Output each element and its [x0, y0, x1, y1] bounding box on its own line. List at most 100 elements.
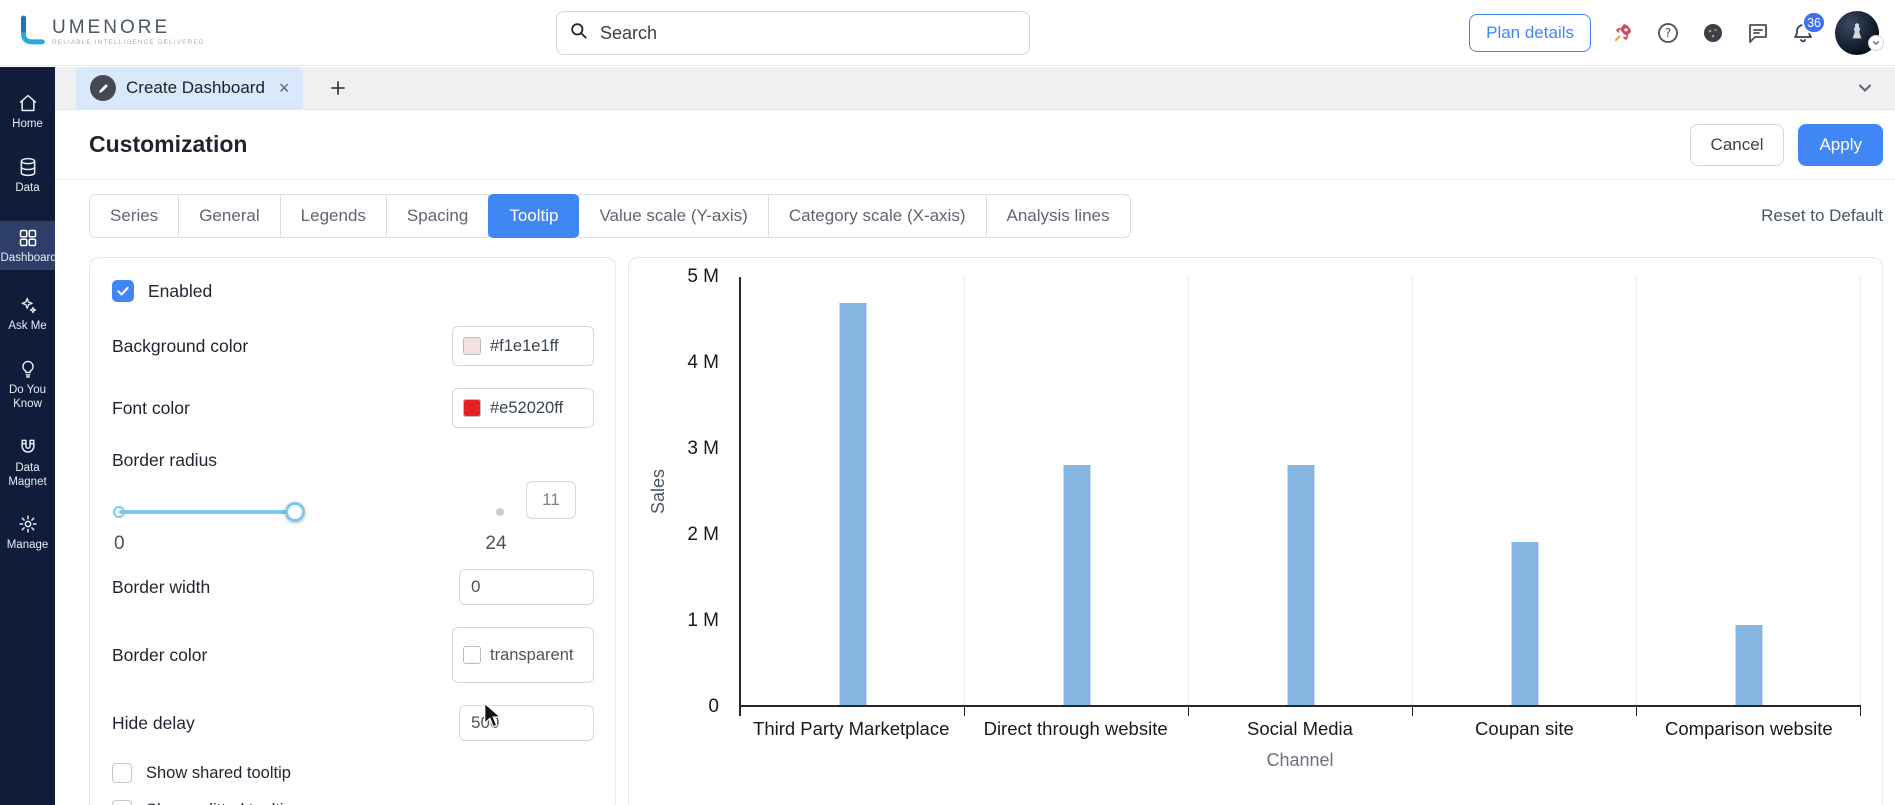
feedback-icon[interactable]: [1745, 20, 1771, 46]
chart-column: [741, 277, 965, 716]
border-color-picker[interactable]: transparent: [452, 627, 594, 683]
show-splitted-tooltip-checkbox[interactable]: [112, 800, 132, 805]
background-color-value: #f1e1e1ff: [490, 336, 559, 355]
chart-x-labels: Third Party Marketplace Direct through we…: [739, 718, 1861, 740]
check-icon: [117, 286, 129, 296]
background-color-label: Background color: [112, 335, 249, 356]
tab-create-dashboard[interactable]: Create Dashboard ×: [76, 67, 304, 109]
svg-text:?: ?: [1665, 26, 1671, 40]
tab-series[interactable]: Series: [89, 194, 180, 238]
customization-tabstrip-row: Series General Legends Spacing Tooltip Value …: [89, 194, 1883, 238]
enabled-checkbox[interactable]: [112, 280, 134, 302]
border-radius-label: Border radius: [112, 450, 218, 470]
home-icon: [19, 94, 36, 112]
slider-max-label: 24: [485, 533, 507, 554]
y-tick-label: 1 M: [687, 610, 719, 631]
app-logo[interactable]: UMENORE RELIABLE INTELLIGENCE DELIVERED: [0, 15, 205, 50]
magnet-icon: [20, 439, 35, 453]
gear-icon: [18, 515, 37, 534]
user-avatar[interactable]: [1835, 11, 1884, 55]
sidebar-item-home[interactable]: Home: [0, 93, 55, 132]
document-tabbar: Create Dashboard ×: [55, 67, 1895, 110]
bar-third-party-marketplace[interactable]: [839, 302, 866, 705]
customization-tabs: Series General Legends Spacing Tooltip Value …: [89, 194, 1131, 238]
tab-spacing[interactable]: Spacing: [385, 194, 490, 238]
dashboard-grid-icon: [19, 229, 36, 246]
avatar-chevron-down-icon[interactable]: [1868, 35, 1884, 51]
chart-preview-panel: Sales 5 M4 M3 M2 M1 M0 Third Party Marke…: [628, 257, 1883, 805]
bar-direct-through-website[interactable]: [1063, 465, 1090, 705]
y-tick-label: 3 M: [687, 438, 719, 459]
background-color-picker[interactable]: #f1e1e1ff: [452, 326, 594, 366]
edit-pencil-icon: [90, 75, 116, 101]
chart-y-axis: 5 M 4 M 3 M 2 M 1 M 0: [629, 266, 731, 717]
sidebar-item-do-you-know[interactable]: Do You Know: [0, 359, 55, 412]
sidebar-item-label: Home: [12, 118, 43, 130]
tab-legends[interactable]: Legends: [279, 194, 387, 238]
show-shared-tooltip-checkbox[interactable]: [112, 763, 132, 783]
tab-category-scale-x-axis[interactable]: Category scale (X-axis): [767, 194, 987, 238]
search-icon: [569, 21, 588, 45]
chart-column: [1413, 277, 1637, 716]
lightbulb-icon: [21, 360, 34, 378]
apply-button[interactable]: Apply: [1798, 123, 1883, 166]
border-radius-value-box[interactable]: 11: [526, 481, 576, 519]
sidebar-item-label: Manage: [6, 539, 49, 552]
tab-general[interactable]: General: [178, 194, 281, 238]
slider-handle[interactable]: [285, 502, 305, 522]
chart-plot: [739, 277, 1861, 716]
bar-social-media[interactable]: [1287, 465, 1314, 705]
x-tick-label: Third Party Marketplace: [753, 718, 950, 739]
x-tick-label: Coupan site: [1475, 718, 1574, 739]
tab-value-scale-y-axis[interactable]: Value scale (Y-axis): [578, 194, 769, 238]
font-color-picker[interactable]: #e52020ff: [452, 388, 594, 428]
border-width-input[interactable]: [459, 569, 594, 605]
bar-coupan-site[interactable]: [1511, 542, 1538, 705]
hide-delay-label: Hide delay: [112, 712, 195, 733]
sidebar-item-ask-me[interactable]: Ask Me: [0, 295, 55, 334]
show-shared-tooltip-label: Show shared tooltip: [146, 763, 291, 782]
sidebar-item-data-magnet[interactable]: Data Magnet: [0, 437, 55, 490]
brand-tagline: RELIABLE INTELLIGENCE DELIVERED: [52, 39, 205, 47]
new-tab-button[interactable]: [329, 67, 347, 109]
sidebar-item-dashboard[interactable]: Dashboard: [0, 220, 56, 271]
y-tick-label: 4 M: [687, 352, 719, 373]
slider-track[interactable]: [119, 510, 295, 514]
chart-column: [1189, 277, 1413, 716]
logo-icon: [16, 15, 46, 50]
cancel-button[interactable]: Cancel: [1689, 123, 1785, 166]
global-search[interactable]: [556, 11, 1030, 55]
sidebar-item-label: Dashboard: [0, 251, 56, 264]
tab-analysis-lines[interactable]: Analysis lines: [985, 194, 1131, 238]
notifications-bell[interactable]: 36: [1790, 11, 1826, 46]
border-color-value: transparent: [490, 645, 574, 664]
sidebar-item-data[interactable]: Data: [0, 157, 55, 196]
chart-column: [965, 277, 1189, 716]
sidebar: Home Data Dashboard Ask Me Do You Know D…: [0, 67, 55, 805]
tab-close-icon[interactable]: ×: [279, 79, 290, 97]
border-radius-slider: 11 0 24: [112, 481, 594, 565]
plan-details-button[interactable]: Plan details: [1469, 14, 1591, 52]
reset-to-default-link[interactable]: Reset to Default: [1761, 206, 1883, 226]
tab-tooltip[interactable]: Tooltip: [488, 194, 580, 238]
cookie-icon[interactable]: [1700, 20, 1726, 46]
sidebar-item-label: Data Magnet: [8, 461, 47, 488]
border-color-label: Border color: [112, 644, 208, 665]
rocket-icon[interactable]: [1610, 20, 1636, 46]
database-icon: [20, 157, 35, 176]
chart-x-axis-title: Channel: [1266, 750, 1334, 770]
main-content: Customization Cancel Apply Series General…: [55, 110, 1895, 805]
font-color-label: Font color: [112, 397, 190, 418]
hide-delay-input[interactable]: [459, 705, 594, 741]
bar-comparison-website[interactable]: [1735, 625, 1762, 705]
border-width-label: Border width: [112, 576, 211, 597]
y-tick-label: 5 M: [687, 266, 719, 287]
y-tick-label: 2 M: [687, 524, 719, 545]
sidebar-item-manage[interactable]: Manage: [0, 514, 55, 553]
show-splitted-tooltip-label: Show splitted tooltip: [146, 801, 293, 805]
slider-max-dot: [496, 508, 504, 516]
page-header: Customization Cancel Apply: [55, 110, 1895, 180]
help-icon[interactable]: ?: [1655, 20, 1681, 46]
search-input[interactable]: [598, 21, 1017, 45]
tabbar-chevron-down-icon[interactable]: [1855, 67, 1875, 109]
